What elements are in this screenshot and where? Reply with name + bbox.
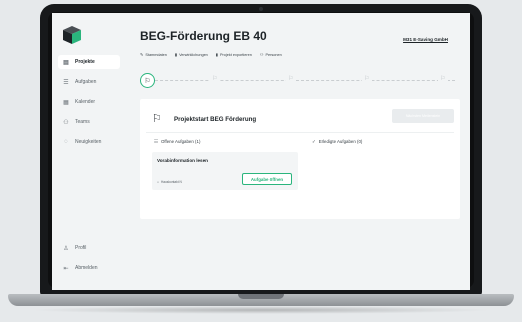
action-verwirklichungen[interactable]: ▮ Verwirklichungen (175, 52, 208, 57)
camera-icon (259, 7, 263, 11)
calendar-icon: ▦ (63, 99, 69, 106)
sidebar-bottom-nav: ♙ Profil ⇤ Abmelden (58, 241, 120, 281)
action-stammdaten[interactable]: ✎ Stammdaten (140, 52, 167, 57)
export-icon: ▮ (215, 52, 218, 57)
flag-icon[interactable]: ⚐ (140, 73, 155, 88)
laptop-notch (238, 294, 284, 299)
sidebar-item-label: Teams (75, 119, 90, 125)
sidebar-item-projekte[interactable]: ▤ Projekte (58, 55, 120, 69)
done-tasks-label: Erledigte Aufgaben (0) (318, 139, 363, 144)
people-icon: ⚇ (259, 52, 264, 57)
page-title: BEG-Förderung EB 40 (140, 29, 267, 43)
list-icon: ☷ (154, 139, 158, 144)
milestone-title: Projektstart BEG Förderung (174, 116, 257, 123)
project-actions: ✎ Stammdaten ▮ Verwirklichungen ▮ Projekt exp… (140, 52, 282, 57)
sidebar-item-label: Profil (75, 245, 87, 251)
sidebar: ▤ Projekte ☰ Aufgaben ▦ Kalender ⚇ Teams ◌ Neuigk… (52, 13, 122, 290)
sidebar-item-label: Projekte (75, 59, 95, 65)
task-meta-label: Hauskontakt N (160, 180, 182, 184)
user-icon: ♙ (63, 245, 69, 252)
milestone-step[interactable]: ⚐ (210, 75, 220, 85)
sidebar-item-aufgaben[interactable]: ☰ Aufgaben (58, 75, 120, 89)
task-card[interactable]: Vorabinformation lesen ⌂ Hauskontakt N A… (152, 152, 298, 190)
milestone-step[interactable]: ⚐ (362, 75, 372, 85)
done-tasks-header: ✓ Erledigte Aufgaben (0) (312, 139, 362, 145)
action-projekt-exportieren[interactable]: ▮ Projekt exportieren (216, 52, 252, 57)
sidebar-item-neuigkeiten[interactable]: ◌ Neuigkeiten (58, 135, 120, 149)
logout-icon: ⇤ (63, 265, 69, 272)
pencil-icon: ✎ (140, 52, 144, 57)
task-meta: ⌂ Hauskontakt N (157, 180, 182, 184)
milestone-card: ⚐ Projektstart BEG Förderung Nächsten Me… (140, 99, 460, 219)
flag-icon: ⚐ (152, 113, 162, 125)
open-tasks-header: ☷ Offene Aufgaben (1) (154, 139, 200, 145)
laptop-shadow (30, 306, 492, 314)
milestone-step[interactable]: ⚐ (438, 75, 448, 85)
bell-icon: ◌ (64, 139, 68, 145)
list-icon: ☰ (63, 79, 69, 86)
sidebar-item-abmelden[interactable]: ⇤ Abmelden (58, 261, 120, 275)
clipboard-icon: ▤ (63, 59, 69, 66)
milestone-stepper: ⚐ ⚐ ⚐ ⚐ ⚐ (140, 70, 468, 90)
milestone-step[interactable]: ⚐ (286, 75, 296, 85)
sidebar-item-kalender[interactable]: ▦ Kalender (58, 95, 120, 109)
sidebar-item-label: Neuigkeiten (75, 139, 102, 145)
sidebar-item-label: Kalender (75, 99, 96, 105)
open-tasks-label: Offene Aufgaben (1) (160, 139, 201, 144)
sidebar-item-profil[interactable]: ♙ Profil (58, 241, 120, 255)
company-link[interactable]: M31 E-Saving GmbH (403, 37, 448, 42)
action-label: Stammdaten (145, 52, 167, 57)
action-label: Personen (265, 52, 282, 57)
sidebar-item-teams[interactable]: ⚇ Teams (58, 115, 120, 129)
home-icon: ⌂ (157, 180, 159, 184)
sidebar-item-label: Abmelden (75, 265, 98, 271)
laptop-base (8, 294, 514, 306)
open-task-button[interactable]: Aufgabe öffnen (242, 173, 292, 185)
stepper-line (155, 80, 455, 81)
people-icon: ⚇ (63, 119, 69, 126)
check-icon: ✓ (312, 139, 316, 144)
sidebar-nav: ▤ Projekte ☰ Aufgaben ▦ Kalender ⚇ Teams ◌ Neuigk… (58, 55, 120, 155)
app-screen: ▤ Projekte ☰ Aufgaben ▦ Kalender ⚇ Teams ◌ Neuigk… (52, 13, 470, 290)
sidebar-item-label: Aufgaben (75, 79, 97, 85)
document-icon: ▮ (174, 52, 178, 57)
next-milestone-button[interactable]: Nächsten Meilenstein (392, 109, 454, 123)
cube-logo-icon[interactable] (62, 25, 82, 45)
divider (146, 132, 454, 133)
main-content: BEG-Förderung EB 40 M31 E-Saving GmbH ✎ S… (124, 13, 470, 290)
action-label: Verwirklichungen (179, 52, 208, 57)
task-title: Vorabinformation lesen (157, 158, 208, 163)
action-label: Projekt exportieren (220, 52, 252, 57)
action-personen[interactable]: ⚇ Personen (260, 52, 282, 57)
